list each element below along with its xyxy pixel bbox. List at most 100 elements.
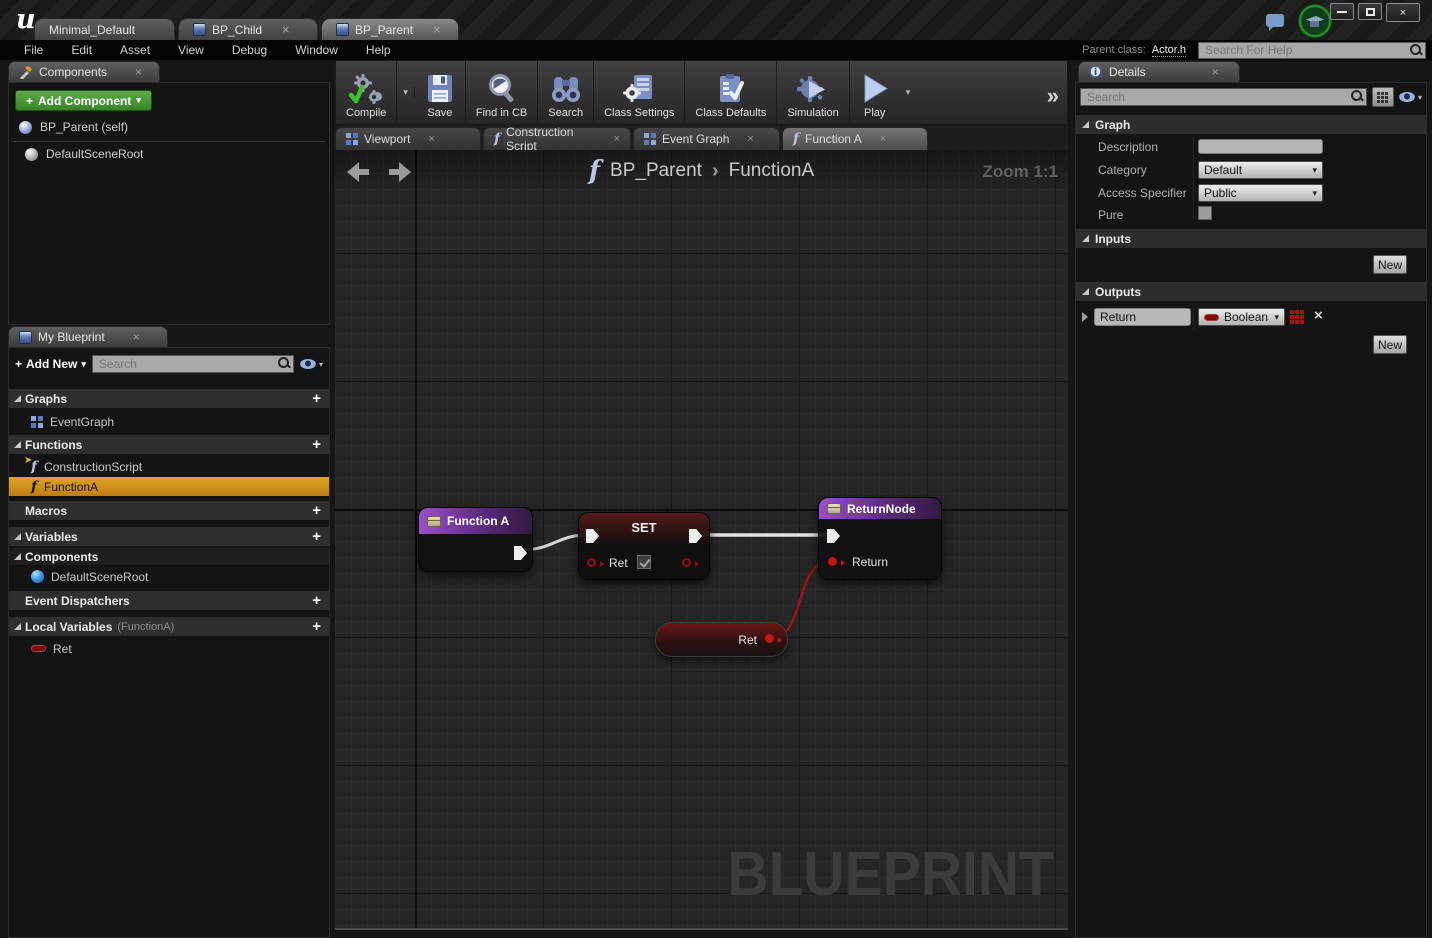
menu-edit[interactable]: Edit — [57, 43, 106, 57]
ret-variable-item[interactable]: Ret — [9, 639, 329, 658]
scene-component-icon — [25, 147, 38, 161]
boolean-input-pin[interactable] — [587, 558, 604, 567]
compile-button[interactable]: Compile — [336, 61, 398, 124]
details-search-input[interactable] — [1080, 88, 1367, 106]
menu-window[interactable]: Window — [281, 43, 352, 57]
close-icon[interactable]: × — [133, 330, 140, 344]
exec-input-pin[interactable] — [827, 529, 840, 543]
scene-root-variable-item[interactable]: DefaultSceneRoot — [9, 567, 329, 586]
add-component-button[interactable]: + Add Component ▾ — [15, 90, 152, 111]
variables-section-header[interactable]: Variables + — [9, 527, 329, 546]
help-search-input[interactable] — [1198, 41, 1426, 59]
my-blueprint-panel-tab[interactable]: My Blueprint × — [8, 326, 168, 347]
function-a-item-selected[interactable]: f FunctionA — [9, 477, 329, 496]
boolean-output-pin[interactable] — [765, 634, 782, 643]
close-icon[interactable]: × — [1212, 65, 1219, 79]
tab-minimal-default[interactable]: Minimal_Default — [34, 18, 175, 40]
class-defaults-button[interactable]: Class Defaults — [685, 61, 778, 124]
compile-options-dropdown[interactable]: ▾ — [397, 87, 415, 98]
close-icon[interactable]: × — [880, 133, 886, 145]
outputs-section-header[interactable]: Outputs — [1076, 282, 1426, 301]
add-graph-button[interactable]: + — [312, 390, 321, 407]
graphs-section-header[interactable]: Graphs + — [9, 389, 329, 408]
add-dispatcher-button[interactable]: + — [312, 592, 321, 609]
container-type-button[interactable] — [1290, 310, 1304, 324]
add-function-button[interactable]: + — [312, 436, 321, 453]
add-macro-button[interactable]: + — [312, 502, 321, 519]
macros-section-header[interactable]: Macros + — [9, 501, 329, 520]
close-window-button[interactable]: × — [1386, 3, 1420, 22]
description-field[interactable] — [1198, 139, 1323, 154]
output-name-field[interactable] — [1094, 308, 1191, 326]
event-graph-item[interactable]: EventGraph — [9, 412, 329, 431]
tab-viewport[interactable]: Viewport × — [335, 127, 481, 150]
components-panel-tab[interactable]: Components × — [8, 61, 160, 82]
tab-bp-parent[interactable]: BP_Parent × — [321, 18, 459, 40]
visibility-filter-button[interactable]: ▾ — [299, 359, 323, 369]
breadcrumb-root[interactable]: BP_Parent — [610, 160, 702, 182]
menu-view[interactable]: View — [164, 43, 218, 57]
event-dispatchers-section-header[interactable]: Event Dispatchers + — [9, 591, 329, 610]
maximize-button[interactable] — [1358, 3, 1382, 20]
component-row-scene-root[interactable]: DefaultSceneRoot — [9, 143, 329, 165]
node-ret-variable[interactable]: Ret — [655, 622, 788, 657]
node-set-ret[interactable]: SET Ret — [578, 512, 710, 580]
variables-components-subheader[interactable]: Components — [9, 548, 329, 565]
menu-debug[interactable]: Debug — [218, 43, 281, 57]
tab-event-graph[interactable]: Event Graph × — [633, 127, 780, 150]
parent-class-link[interactable]: Actor.h — [1151, 44, 1186, 57]
new-output-button[interactable]: New — [1373, 335, 1407, 354]
add-variable-button[interactable]: + — [312, 528, 321, 545]
menu-file[interactable]: File — [10, 43, 57, 57]
graph-canvas[interactable]: f BP_Parent › FunctionA Zoom 1:1 Functio… — [335, 150, 1068, 930]
local-variables-section-header[interactable]: Local Variables (FunctionA) + — [9, 617, 329, 636]
feedback-icon[interactable] — [1266, 14, 1284, 31]
add-new-button[interactable]: + Add New ▾ — [15, 357, 86, 371]
simulation-button[interactable]: Simulation — [777, 61, 850, 124]
boolean-value-checkbox[interactable] — [637, 555, 651, 569]
close-icon[interactable]: × — [614, 133, 620, 145]
access-specifier-dropdown[interactable]: Public ▾ — [1198, 184, 1323, 202]
save-button[interactable]: Save — [415, 61, 466, 124]
close-icon[interactable]: × — [433, 22, 441, 37]
construction-script-item[interactable]: f ➤ ConstructionScript — [9, 455, 329, 476]
play-options-dropdown[interactable]: ▾ — [900, 87, 917, 98]
tab-bp-child[interactable]: BP_Child × — [178, 18, 318, 40]
output-row-expander[interactable] — [1082, 312, 1088, 322]
node-return[interactable]: ReturnNode Return — [818, 497, 942, 580]
details-panel-tab[interactable]: Details × — [1078, 61, 1240, 82]
component-row-self[interactable]: BP_Parent (self) — [9, 116, 329, 138]
output-type-dropdown[interactable]: Boolean ▾ — [1198, 308, 1285, 326]
close-icon[interactable]: × — [428, 133, 434, 145]
tutorial-icon[interactable] — [1298, 4, 1332, 38]
inputs-section-header[interactable]: Inputs — [1076, 229, 1426, 248]
play-button[interactable]: Play — [850, 61, 900, 124]
class-settings-button[interactable]: Class Settings — [594, 61, 686, 124]
exec-output-pin[interactable] — [514, 546, 527, 560]
tab-function-a[interactable]: f Function A × — [782, 127, 928, 150]
pure-checkbox[interactable] — [1198, 206, 1212, 220]
search-button[interactable]: Search — [538, 61, 595, 124]
menu-help[interactable]: Help — [352, 43, 405, 57]
functions-section-header[interactable]: Functions + — [9, 435, 329, 454]
new-input-button[interactable]: New — [1373, 255, 1407, 274]
close-icon[interactable]: × — [747, 133, 753, 145]
graph-section-header[interactable]: Graph — [1076, 115, 1426, 134]
close-icon[interactable]: × — [135, 65, 142, 79]
details-view-options-button[interactable]: ▾ — [1398, 92, 1422, 102]
my-blueprint-search-input[interactable] — [91, 355, 294, 373]
minimize-button[interactable] — [1330, 3, 1354, 20]
menu-asset[interactable]: Asset — [106, 43, 164, 57]
node-function-a[interactable]: Function A — [418, 507, 533, 572]
tab-construction-script[interactable]: f Construction Script × — [483, 125, 631, 153]
breadcrumb-leaf[interactable]: FunctionA — [729, 160, 815, 182]
add-local-variable-button[interactable]: + — [312, 618, 321, 635]
boolean-output-pin[interactable] — [682, 558, 699, 567]
boolean-return-pin[interactable] — [828, 557, 845, 566]
category-dropdown[interactable]: Default ▾ — [1198, 161, 1323, 179]
delete-output-button[interactable]: × — [1314, 307, 1323, 324]
toolbar-overflow-button[interactable]: » — [1047, 83, 1059, 109]
find-in-cb-button[interactable]: Find in CB — [466, 61, 539, 124]
property-matrix-button[interactable] — [1371, 87, 1394, 107]
close-icon[interactable]: × — [282, 22, 290, 37]
